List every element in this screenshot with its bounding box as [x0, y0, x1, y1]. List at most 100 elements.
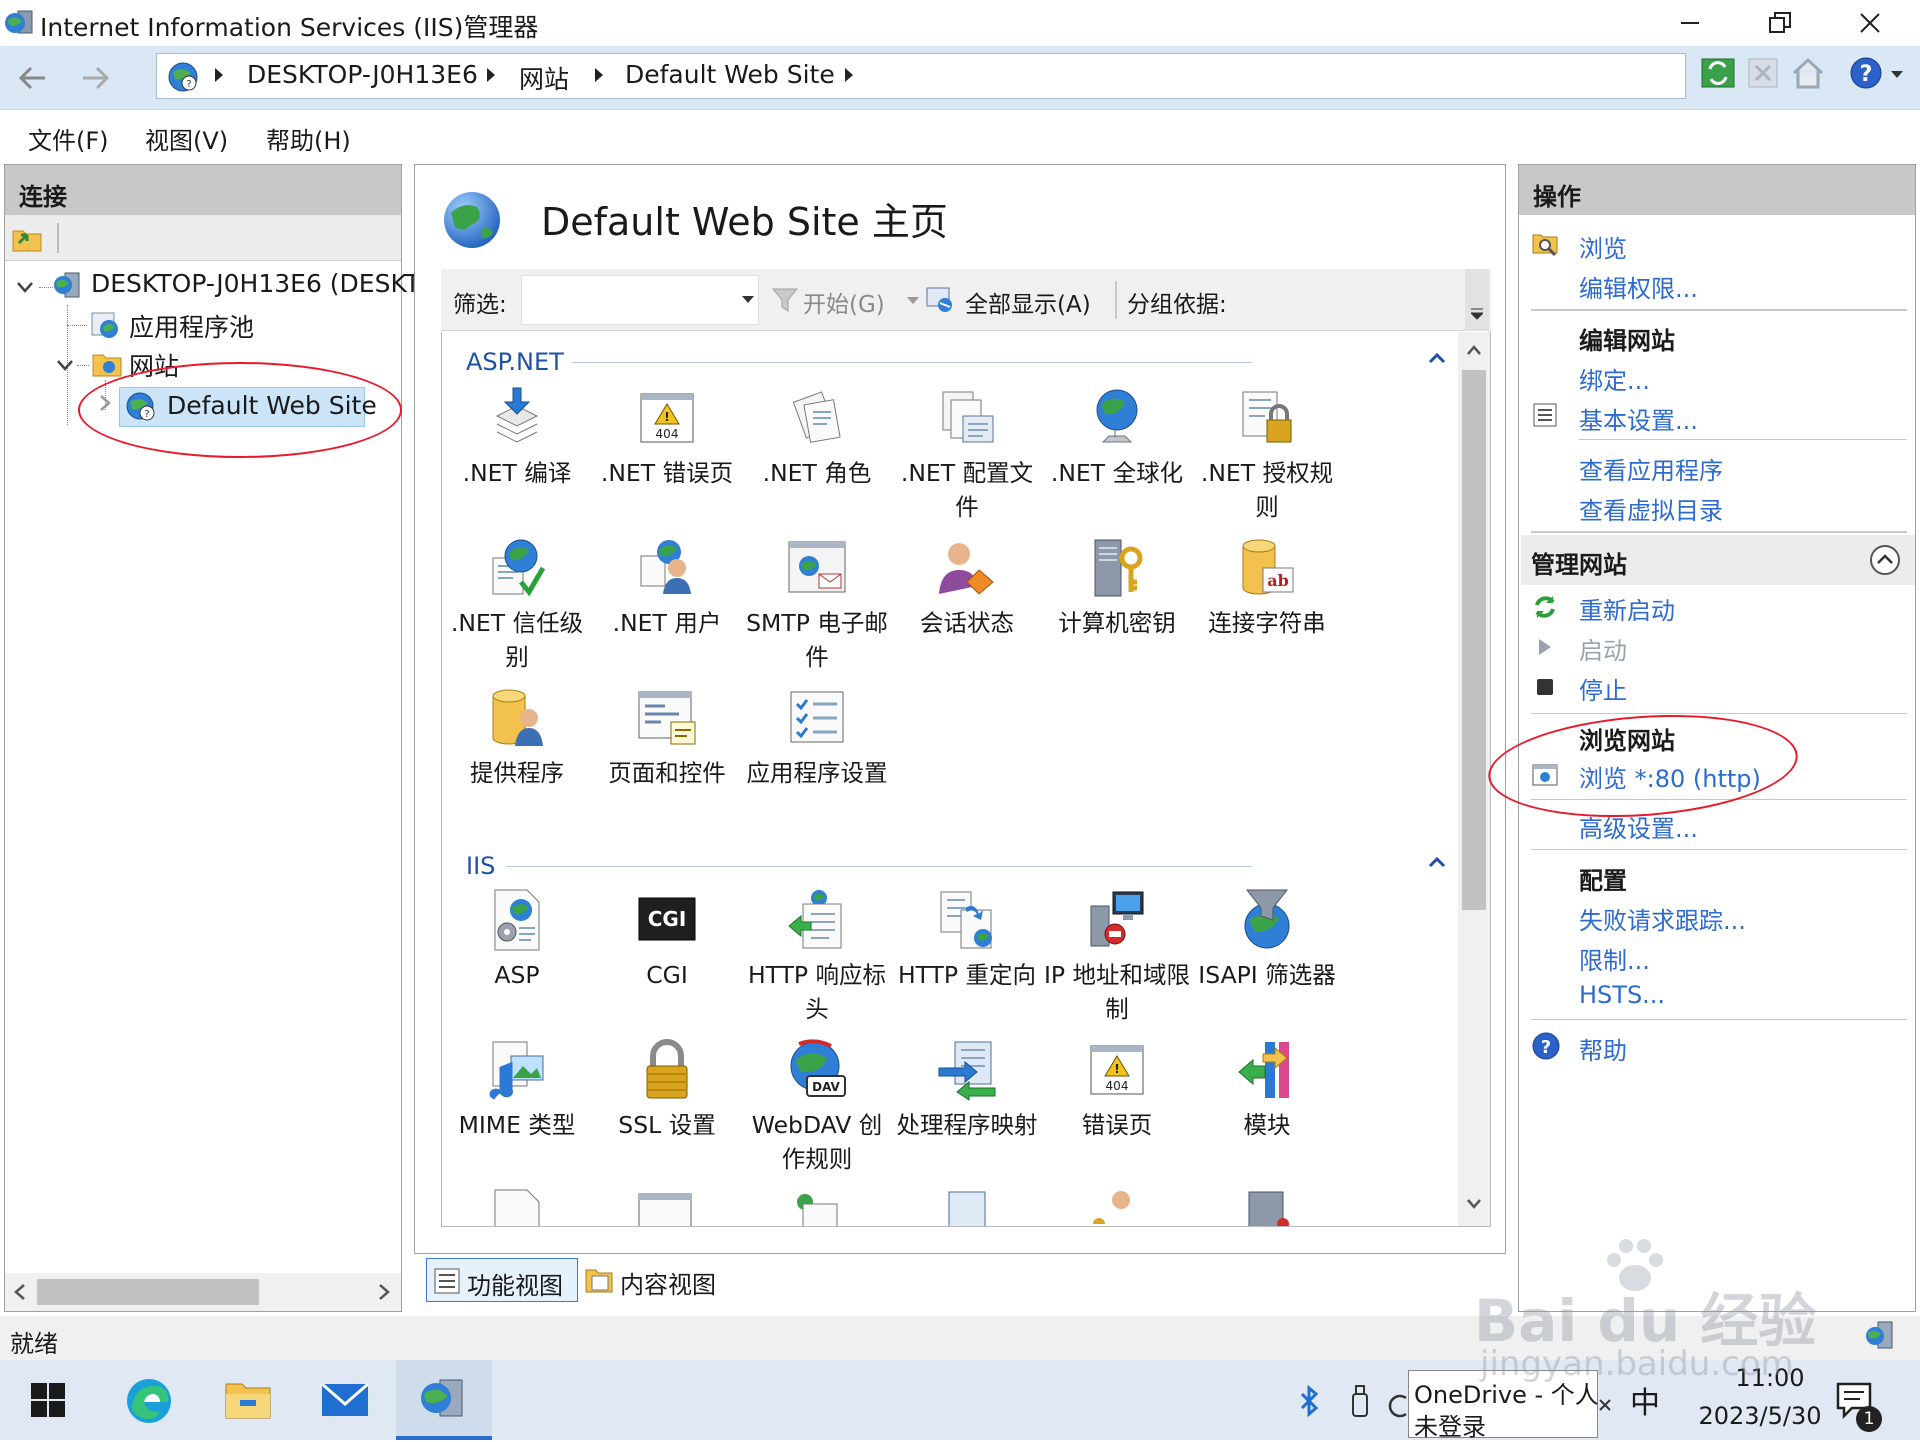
stop-icon[interactable] [1745, 55, 1781, 91]
chevron-down-icon[interactable] [742, 296, 754, 304]
scroll-left-icon[interactable] [13, 1283, 27, 1301]
chevron-down-icon[interactable] [907, 297, 919, 305]
action-bindings[interactable]: 绑定... [1579, 361, 1650, 396]
file-explorer-icon[interactable] [224, 1378, 272, 1422]
action-browse-80[interactable]: 浏览 *:80 (http) [1579, 759, 1761, 794]
action-restart[interactable]: 重新启动 [1579, 591, 1675, 626]
scroll-thumb[interactable] [37, 1279, 259, 1305]
filter-start-button[interactable]: 开始(G) [803, 285, 885, 319]
tree-server[interactable]: DESKTOP-J0H13E6 (DESKT [91, 269, 420, 298]
ime-indicator[interactable]: 中 [1630, 1378, 1660, 1422]
close-icon[interactable] [1598, 1398, 1612, 1412]
windows-start-icon[interactable] [30, 1382, 66, 1418]
group-by-label[interactable]: 分组依据: [1127, 285, 1227, 319]
collapse-section-icon[interactable] [1869, 544, 1901, 576]
action-limits[interactable]: 限制... [1579, 941, 1650, 976]
help-icon[interactable]: ? [1848, 55, 1884, 91]
menu-file[interactable]: 文件(F) [28, 121, 109, 156]
action-stop[interactable]: 停止 [1579, 671, 1627, 706]
usb-device-icon[interactable] [1346, 1384, 1374, 1418]
chevron-down-icon[interactable] [1890, 70, 1904, 80]
feature-error-pages[interactable]: ! 404 错误页 [1042, 1038, 1192, 1142]
feature-net-users[interactable]: .NET 用户 [592, 536, 742, 640]
action-start[interactable]: 启动 [1579, 631, 1627, 666]
vertical-scrollbar[interactable] [1458, 332, 1490, 1226]
menu-view[interactable]: 视图(V) [145, 121, 228, 156]
feature-cgi[interactable]: CGI CGI [592, 888, 742, 992]
tab-content-view[interactable]: 内容视图 [582, 1258, 734, 1302]
menu-help[interactable]: 帮助(H) [266, 121, 351, 156]
chevron-down-icon[interactable] [1471, 307, 1483, 321]
refresh-icon[interactable] [1700, 55, 1736, 91]
back-button[interactable] [10, 56, 54, 100]
filter-overflow[interactable] [1465, 269, 1489, 331]
clock-date[interactable]: 2023/5/30 [1680, 1402, 1840, 1430]
minimize-button[interactable] [1645, 0, 1735, 46]
mail-icon[interactable] [320, 1380, 370, 1420]
feature-http-response-headers[interactable]: HTTP 响应标头 [742, 888, 892, 1026]
feature-connection-strings[interactable]: ab 连接字符串 [1192, 536, 1342, 640]
feature-net-compilation[interactable]: .NET 编译 [442, 386, 592, 490]
horizontal-scrollbar[interactable] [5, 1273, 401, 1311]
feature-ssl-settings[interactable]: SSL 设置 [592, 1038, 742, 1142]
chevron-down-icon[interactable] [55, 355, 75, 375]
collapse-group-icon[interactable] [1428, 856, 1446, 868]
feature-providers[interactable]: 提供程序 [442, 686, 592, 790]
taskbar-iis-active[interactable] [396, 1360, 492, 1440]
action-edit-permissions[interactable]: 编辑权限... [1579, 269, 1698, 304]
filter-input[interactable] [521, 275, 759, 325]
feature-net-profile[interactable]: .NET 配置文件 [892, 386, 1042, 524]
feature-net-error-pages[interactable]: ! 404 .NET 错误页 [592, 386, 742, 490]
feature-net-globalization[interactable]: .NET 全球化 [1042, 386, 1192, 490]
close-button[interactable] [1825, 0, 1915, 46]
breadcrumb-sites[interactable]: 网站 [519, 60, 569, 96]
bluetooth-icon[interactable] [1298, 1384, 1322, 1418]
onedrive-icon[interactable] [1388, 1392, 1408, 1420]
address-box[interactable]: ? DESKTOP-J0H13E6 网站 Default Web Site [156, 53, 1686, 99]
action-view-virtual-dirs[interactable]: 查看虚拟目录 [1579, 491, 1723, 526]
edge-browser-icon[interactable] [124, 1376, 174, 1426]
tree-sites[interactable]: 网站 [129, 347, 179, 383]
tree-app-pools[interactable]: 应用程序池 [129, 308, 254, 344]
action-advanced-settings[interactable]: 高级设置... [1579, 809, 1698, 844]
scroll-thumb[interactable] [1462, 370, 1486, 910]
action-failed-request-tracing[interactable]: 失败请求跟踪... [1579, 901, 1746, 936]
breadcrumb-server[interactable]: DESKTOP-J0H13E6 [247, 60, 478, 89]
feature-net-authorization[interactable]: .NET 授权规则 [1192, 386, 1342, 524]
feature-app-settings[interactable]: 应用程序设置 [742, 686, 892, 790]
feature-asp[interactable]: ASP [442, 888, 592, 992]
feature-isapi-filters[interactable]: ISAPI 筛选器 [1192, 888, 1342, 992]
feature-net-trust-levels[interactable]: .NET 信任级别 [442, 536, 592, 674]
scroll-up-icon[interactable] [1466, 344, 1482, 356]
action-basic-settings[interactable]: 基本设置... [1579, 401, 1698, 436]
collapse-group-icon[interactable] [1428, 352, 1446, 364]
feature-machine-key[interactable]: 计算机密钥 [1042, 536, 1192, 640]
feature-session-state[interactable]: 会话状态 [892, 536, 1042, 640]
action-view-applications[interactable]: 查看应用程序 [1579, 451, 1723, 486]
feature-net-roles[interactable]: .NET 角色 [742, 386, 892, 490]
feature-pages-controls[interactable]: 页面和控件 [592, 686, 742, 790]
scroll-right-icon[interactable] [377, 1283, 391, 1301]
scroll-down-icon[interactable] [1466, 1198, 1482, 1210]
chevron-down-icon[interactable] [15, 277, 35, 297]
breadcrumb-site[interactable]: Default Web Site [625, 60, 835, 89]
forward-button[interactable] [74, 56, 118, 100]
restore-button[interactable] [1735, 0, 1825, 46]
feature-ip-domain-restrictions[interactable]: IP 地址和域限制 [1042, 888, 1192, 1026]
action-help[interactable]: 帮助 [1579, 1031, 1627, 1066]
feature-http-redirect[interactable]: HTTP 重定向 [892, 888, 1042, 992]
feature-mime-types[interactable]: MIME 类型 [442, 1038, 592, 1142]
show-all-button[interactable]: 全部显示(A) [965, 285, 1091, 319]
tab-features-view[interactable]: 功能视图 [426, 1258, 578, 1302]
folder-connect-icon[interactable] [11, 223, 43, 253]
chevron-right-icon[interactable] [95, 393, 115, 413]
action-hsts[interactable]: HSTS... [1579, 981, 1665, 1009]
action-explore[interactable]: 浏览 [1579, 229, 1627, 264]
feature-handler-mappings[interactable]: 处理程序映射 [892, 1038, 1042, 1142]
tree-default-web-site[interactable]: Default Web Site [167, 391, 377, 420]
feature-modules[interactable]: 模块 [1192, 1038, 1342, 1142]
feature-webdav[interactable]: DAV WebDAV 创作规则 [742, 1038, 892, 1176]
feature-smtp-email[interactable]: SMTP 电子邮件 [742, 536, 892, 674]
explore-icon [1532, 234, 1558, 257]
home-icon[interactable] [1790, 55, 1826, 91]
